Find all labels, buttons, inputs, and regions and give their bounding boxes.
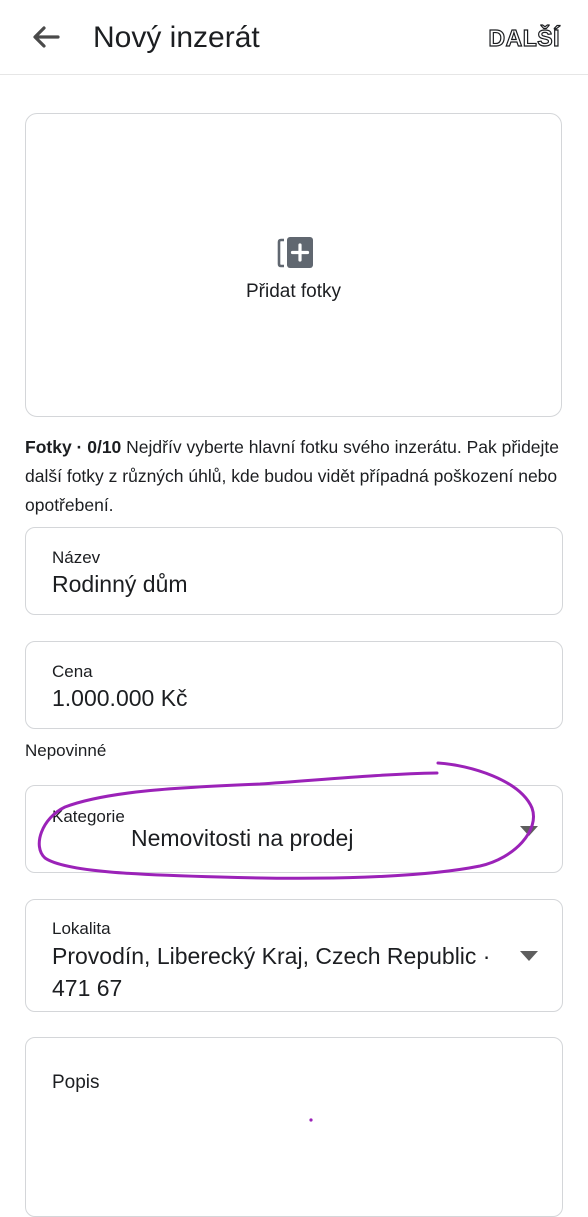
top-app-bar: Nový inzerát DALŠÍ: [0, 0, 588, 75]
title-field-label: Název: [52, 548, 101, 567]
description-field[interactable]: Popis: [25, 1037, 563, 1217]
add-photos-label: Přidat fotky: [245, 281, 342, 302]
next-button[interactable]: DALŠÍ: [488, 24, 560, 52]
description-field-label: Popis: [52, 1072, 100, 1093]
photos-hint-text: Fotky · 0/10 Nejdřív vyberte hlavní fotk…: [25, 433, 565, 520]
price-field-label: Cena: [52, 662, 93, 681]
caret-down-icon: [520, 826, 538, 836]
add-photos-area[interactable]: Přidat fotky: [25, 113, 562, 417]
page-title: Nový inzerát: [93, 21, 260, 54]
location-dropdown-label: Lokalita: [52, 919, 111, 938]
location-dropdown[interactable]: Lokalita Provodín, Liberecký Kraj, Czech…: [25, 899, 563, 1012]
title-field[interactable]: Název Rodinný dům: [25, 527, 563, 615]
price-field-value: 1.000.000 Kč: [52, 685, 188, 711]
title-field-value: Rodinný dům: [52, 571, 188, 597]
category-dropdown-label: Kategorie: [52, 807, 125, 826]
category-dropdown-value: Nemovitosti na prodej: [131, 825, 354, 851]
photos-count: Fotky · 0/10: [25, 437, 122, 457]
location-dropdown-value: Provodín, Liberecký Kraj, Czech Republic…: [52, 943, 491, 1001]
caret-down-icon: [520, 951, 538, 961]
optional-section-label: Nepovinné: [25, 741, 107, 760]
add-photo-icon: [277, 237, 313, 268]
category-dropdown[interactable]: Kategorie Nemovitosti na prodej: [25, 785, 563, 873]
back-button[interactable]: [28, 20, 64, 54]
arrow-left-icon: [33, 26, 60, 48]
price-field[interactable]: Cena 1.000.000 Kč: [25, 641, 563, 729]
